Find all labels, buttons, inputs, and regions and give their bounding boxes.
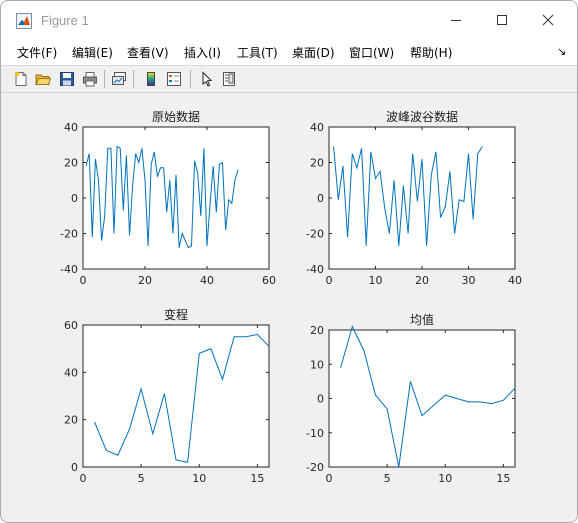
x-tick-label: 15 bbox=[496, 472, 510, 485]
y-tick-label: 10 bbox=[310, 358, 324, 371]
menu-view[interactable]: 查看(V) bbox=[127, 44, 169, 61]
edit-plot-button[interactable] bbox=[197, 69, 217, 89]
menu-edit[interactable]: 编辑(E) bbox=[72, 44, 113, 61]
y-tick-label: 40 bbox=[64, 366, 78, 379]
open-icon bbox=[35, 74, 51, 85]
y-tick-label: -20 bbox=[60, 228, 78, 241]
close-icon bbox=[542, 14, 554, 26]
save-icon bbox=[60, 72, 74, 86]
dock-arrow-icon[interactable]: ↘ bbox=[557, 45, 566, 58]
minimize-icon bbox=[451, 20, 461, 21]
y-tick-label: -40 bbox=[306, 263, 324, 276]
y-tick-label: 60 bbox=[64, 319, 78, 332]
y-tick-label: -40 bbox=[60, 263, 78, 276]
menu-help[interactable]: 帮助(H) bbox=[410, 44, 452, 61]
new-figure-icon bbox=[14, 71, 27, 86]
minimize-button[interactable] bbox=[433, 1, 479, 39]
x-tick-label: 0 bbox=[80, 472, 87, 485]
x-tick-label: 15 bbox=[250, 472, 264, 485]
y-tick-label: 20 bbox=[64, 414, 78, 427]
y-tick-label: 40 bbox=[310, 121, 324, 134]
y-tick-label: 0 bbox=[317, 192, 324, 205]
close-button[interactable] bbox=[525, 1, 571, 39]
y-tick-label: 20 bbox=[310, 324, 324, 337]
toolbar bbox=[1, 66, 577, 93]
x-tick-label: 60 bbox=[262, 274, 276, 287]
toolbar-separator bbox=[104, 70, 105, 88]
print-icon bbox=[83, 72, 97, 87]
x-tick-label: 5 bbox=[384, 472, 391, 485]
x-tick-label: 10 bbox=[369, 274, 383, 287]
subplot-title: 变程 bbox=[164, 307, 188, 322]
subplot-title: 原始数据 bbox=[152, 109, 200, 124]
y-tick-label: -20 bbox=[306, 228, 324, 241]
axes-box bbox=[328, 329, 516, 468]
x-tick-label: 30 bbox=[462, 274, 476, 287]
print-button[interactable] bbox=[80, 69, 100, 89]
window-title: Figure 1 bbox=[41, 13, 89, 28]
menu-desktop[interactable]: 桌面(D) bbox=[292, 44, 335, 61]
subplot-2: 0 10 20 30 40 -40 -20 0 20 40 波峰波谷数据 bbox=[306, 109, 522, 287]
x-tick-label: 0 bbox=[326, 472, 333, 485]
x-tick-label: 5 bbox=[138, 472, 145, 485]
colorbar-icon bbox=[147, 72, 155, 86]
y-tick-label: -20 bbox=[306, 461, 324, 474]
menu-bar: 文件(F) 编辑(E) 查看(V) 插入(I) 工具(T) 桌面(D) 窗口(W… bbox=[1, 39, 577, 66]
matlab-logo-icon bbox=[16, 13, 32, 29]
title-bar[interactable]: Figure 1 bbox=[1, 1, 577, 39]
edit-plot-arrow-icon bbox=[202, 71, 213, 87]
figure-window: Figure 1 文件(F) 编辑(E) 查看(V) 插入(I) 工具(T) 桌… bbox=[0, 0, 578, 523]
open-button[interactable] bbox=[33, 69, 53, 89]
link-plot-button[interactable] bbox=[109, 69, 129, 89]
legend-icon bbox=[167, 72, 181, 86]
x-tick-label: 10 bbox=[438, 472, 452, 485]
subplot-title: 均值 bbox=[410, 312, 434, 327]
menu-tools[interactable]: 工具(T) bbox=[237, 44, 278, 61]
subplot-grid: 0 20 40 60-40-2002040原始数据0 10 20 30 40-40-20020… bbox=[60, 109, 522, 485]
menu-window[interactable]: 窗口(W) bbox=[349, 44, 394, 61]
save-button[interactable] bbox=[57, 69, 77, 89]
menu-insert[interactable]: 插入(I) bbox=[184, 44, 221, 61]
x-tick-label: 40 bbox=[508, 274, 522, 287]
subplot-title: 波峰波谷数据 bbox=[386, 109, 458, 124]
y-tick-label: 0 bbox=[71, 192, 78, 205]
x-tick-label: 20 bbox=[138, 274, 152, 287]
y-tick-label: 0 bbox=[317, 393, 324, 406]
x-tick-label: 0 bbox=[80, 274, 87, 287]
menu-file[interactable]: 文件(F) bbox=[17, 44, 57, 61]
maximize-button[interactable] bbox=[479, 1, 525, 39]
subplot-4: 0 5 10 15 -20 -10 0 10 20 均值 bbox=[306, 312, 516, 485]
link-plot-icon bbox=[112, 72, 126, 85]
y-tick-label: 20 bbox=[310, 157, 324, 170]
toolbar-separator bbox=[190, 70, 191, 88]
y-tick-label: 20 bbox=[64, 157, 78, 170]
maximize-icon bbox=[497, 15, 507, 25]
figure-canvas: 0 20 40 60 -40 -20 0 20 40 原始数据 0 10 20 30 40 -40 -20 0 20… bbox=[9, 93, 569, 513]
subplot-1: 0 20 40 60 -40 -20 0 20 40 原始数据 bbox=[60, 109, 276, 287]
y-tick-label: 40 bbox=[64, 121, 78, 134]
x-tick-label: 0 bbox=[326, 274, 333, 287]
x-tick-label: 20 bbox=[415, 274, 429, 287]
x-tick-label: 40 bbox=[200, 274, 214, 287]
axes-box bbox=[328, 126, 516, 270]
y-tick-label: 0 bbox=[71, 461, 78, 474]
x-tick-label: 10 bbox=[192, 472, 206, 485]
new-figure-button[interactable] bbox=[11, 69, 31, 89]
colorbar-button[interactable] bbox=[141, 69, 161, 89]
subplot-3: 0 5 10 15 0 20 40 60 变程 bbox=[64, 307, 270, 485]
legend-button[interactable] bbox=[164, 69, 184, 89]
toolbar-separator bbox=[133, 70, 134, 88]
axes-box bbox=[82, 324, 270, 468]
property-inspector-icon bbox=[223, 72, 235, 86]
property-inspector-button[interactable] bbox=[219, 69, 239, 89]
y-tick-label: -10 bbox=[306, 427, 324, 440]
